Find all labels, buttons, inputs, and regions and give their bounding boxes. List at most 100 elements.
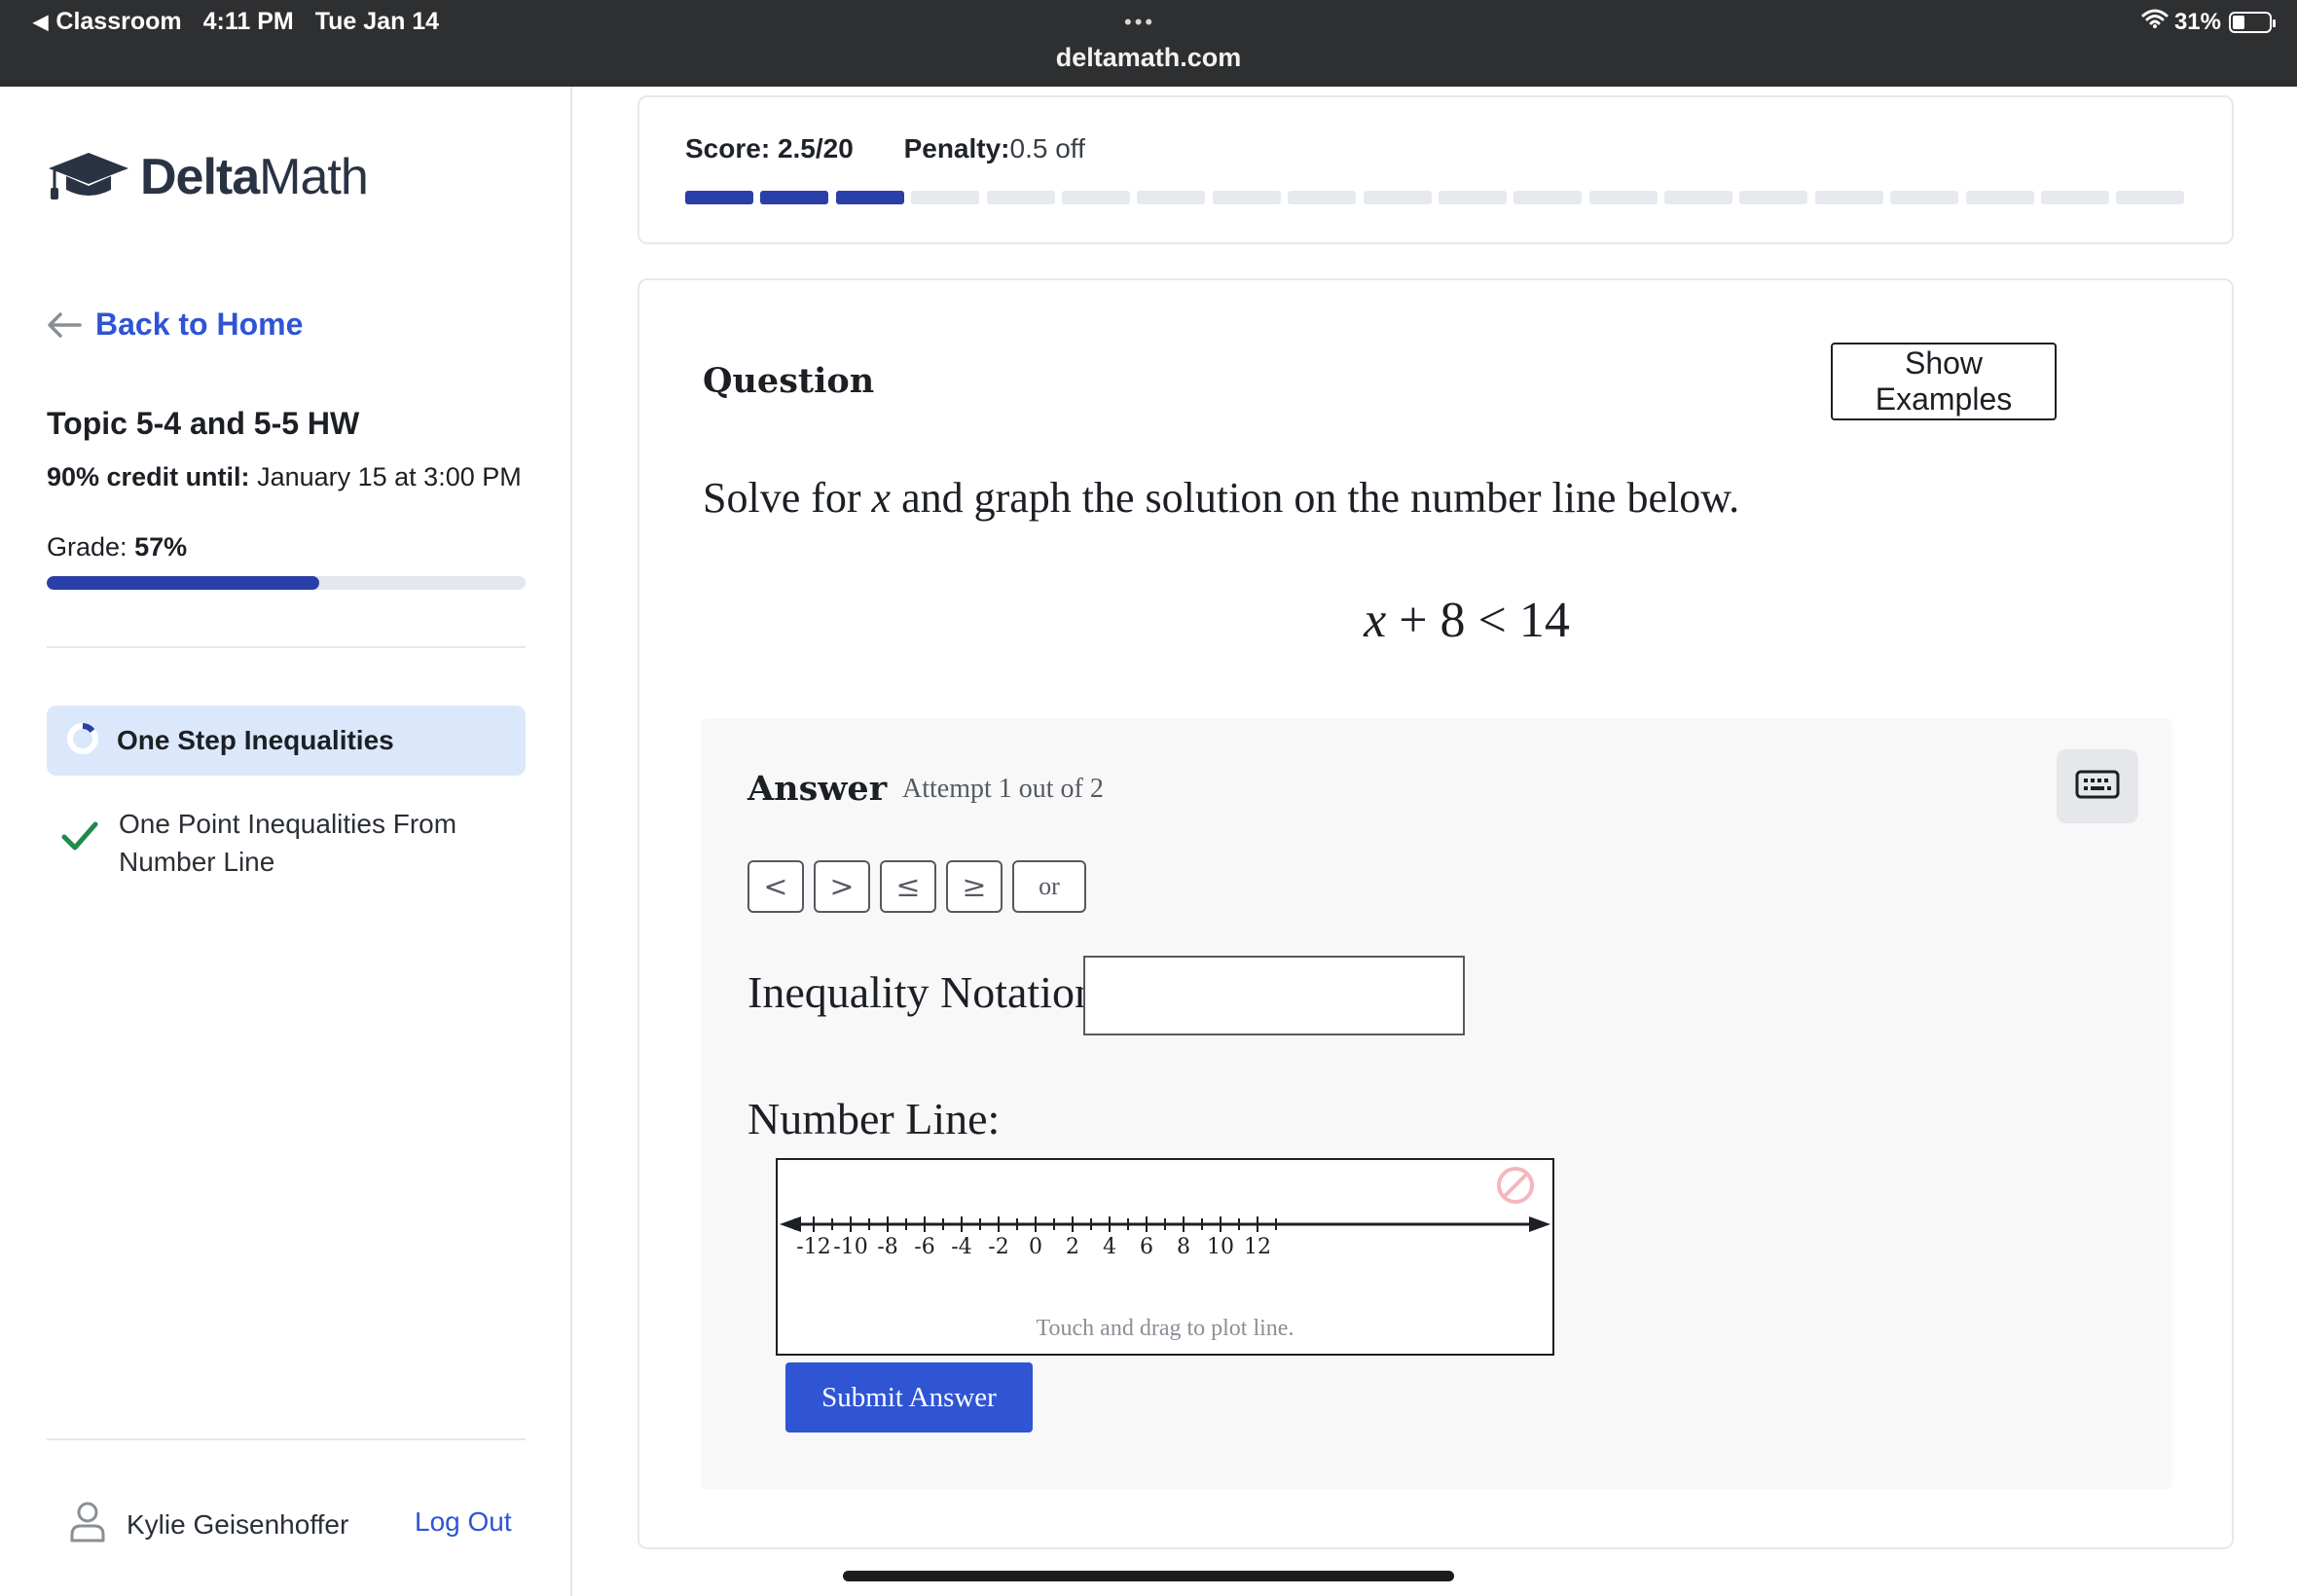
number-line-tick-label: -8	[877, 1235, 897, 1259]
score-segment	[1814, 191, 1883, 204]
number-line-label: Number Line:	[747, 1094, 1001, 1143]
url-bar[interactable]: deltamath.com	[0, 43, 2297, 73]
or-button[interactable]: or	[1012, 860, 1086, 913]
divider	[47, 1438, 526, 1440]
credit-label: 90% credit until:	[47, 462, 250, 491]
divider	[47, 646, 526, 648]
greater-than-button[interactable]: >	[814, 860, 870, 913]
score-segment	[1664, 191, 1733, 204]
score-segment	[911, 191, 980, 204]
score-segment	[1438, 191, 1507, 204]
score-segment	[1288, 191, 1357, 204]
assignment-title: Topic 5-4 and 5-5 HW	[47, 406, 360, 441]
number-line-tick-label: 8	[1177, 1235, 1190, 1259]
grade-progress-fill	[47, 576, 320, 590]
score-segment	[1739, 191, 1808, 204]
status-left: ◀ Classroom 4:11 PM Tue Jan 14	[33, 8, 439, 36]
number-line-tick-label: -12	[796, 1235, 830, 1259]
number-line-tick-label: 2	[1066, 1235, 1079, 1259]
score-segment	[1513, 191, 1583, 204]
equation-variable: x	[1364, 593, 1387, 648]
score-segment	[986, 191, 1055, 204]
score-segment	[835, 191, 904, 204]
status-right: 31%	[2141, 8, 2276, 36]
score-segment	[1137, 191, 1206, 204]
logout-link[interactable]: Log Out	[415, 1500, 512, 1544]
back-to-home-label[interactable]: Back to Home	[95, 307, 303, 343]
equation-rest: + 8 < 14	[1386, 593, 1570, 648]
prompt-text-after: and graph the solution on the number lin…	[891, 474, 1740, 522]
prompt-variable: x	[871, 474, 892, 522]
question-heading: Question	[703, 361, 875, 401]
deltamath-logo[interactable]: DeltaMath	[45, 145, 369, 208]
keyboard-icon	[2075, 770, 2120, 804]
skill-label: One Step Inequalities	[117, 725, 394, 755]
answer-panel: Answer Attempt 1 out of 2 < > ≤ ≥ or Ine…	[701, 718, 2172, 1489]
progress-ring-icon	[66, 722, 99, 760]
number-line-tick-label: -6	[914, 1235, 934, 1259]
show-examples-button[interactable]: Show Examples	[1831, 343, 2057, 420]
credit-value: January 15 at 3:00 PM	[257, 462, 522, 491]
grade-progress-bar	[47, 576, 526, 590]
clear-icon[interactable]	[1497, 1167, 1534, 1204]
back-app-icon[interactable]: ◀	[33, 10, 48, 34]
skill-item-one-point-inequalities[interactable]: One Point Inequalities From Number Line	[47, 805, 526, 881]
user-name: Kylie Geisenhoffer	[127, 1508, 349, 1540]
score-progress-segments	[685, 191, 2192, 204]
prompt-text-before: Solve for	[703, 474, 872, 522]
penalty-label: Penalty:	[903, 133, 1010, 163]
inequality-notation-input[interactable]	[1083, 956, 1465, 1035]
wifi-icon	[2141, 8, 2169, 36]
number-line-tick-label: 0	[1029, 1235, 1042, 1259]
less-or-equal-button[interactable]: ≤	[880, 860, 936, 913]
graduation-cap-icon	[45, 145, 132, 208]
question-card: Question Show Examples Solve for x and g…	[638, 278, 2234, 1549]
back-app-label[interactable]: Classroom	[55, 8, 181, 36]
inequality-notation-label: Inequality Notation:	[747, 967, 1110, 1017]
score-segment	[1588, 191, 1658, 204]
score-segment	[2041, 191, 2110, 204]
number-line-canvas[interactable]: -12 -10 -8 -6 -4 -2 0 2 4 6 8 10 12 Touch and drag t…	[776, 1158, 1554, 1356]
skill-item-one-step-inequalities[interactable]: One Step Inequalities	[47, 706, 526, 776]
number-line-tick-label: -4	[951, 1235, 971, 1259]
more-dots-icon[interactable]: •••	[1124, 10, 1155, 35]
score-segment	[1363, 191, 1432, 204]
number-line-hint: Touch and drag to plot line.	[1036, 1316, 1294, 1341]
logo-text-bold: Delta	[140, 148, 260, 205]
score-label: Score:	[685, 133, 771, 163]
score-segment	[685, 191, 753, 204]
user-info: Kylie Geisenhoffer	[68, 1500, 348, 1549]
score-segment	[1965, 191, 2034, 204]
answer-heading: Answer	[747, 769, 888, 809]
sidebar: DeltaMath Back to Home Topic 5-4 and 5-5…	[0, 87, 572, 1596]
status-date: Tue Jan 14	[314, 8, 440, 35]
back-arrow-icon	[48, 311, 82, 338]
score-segment	[1890, 191, 1959, 204]
status-time: 4:11 PM	[202, 8, 294, 35]
skill-label: One Point Inequalities From Number Line	[119, 809, 457, 877]
battery-icon	[2229, 11, 2276, 33]
less-than-button[interactable]: <	[747, 860, 804, 913]
symbol-buttons: < > ≤ ≥ or	[747, 860, 1096, 913]
score-segment	[1061, 191, 1130, 204]
attempt-counter: Attempt 1 out of 2	[902, 774, 1104, 804]
question-prompt: Solve for x and graph the solution on th…	[703, 473, 1739, 523]
keyboard-toggle-button[interactable]	[2057, 749, 2138, 823]
home-indicator	[843, 1571, 1454, 1581]
grade: Grade: 57%	[47, 532, 187, 562]
number-line-tick-label: -10	[833, 1235, 867, 1259]
grade-value: 57%	[134, 532, 188, 562]
back-to-home-link[interactable]: Back to Home	[47, 307, 303, 343]
inequality-equation: x + 8 < 14	[639, 592, 2236, 649]
number-line-tick-label: 4	[1103, 1235, 1116, 1259]
number-line-right-arrow	[1529, 1216, 1550, 1232]
score-value: 2.5/20	[777, 133, 854, 163]
number-line-tick-label: 12	[1244, 1235, 1271, 1259]
score-segment	[760, 191, 829, 204]
logo-text-light: Math	[259, 148, 369, 205]
number-line-tick-label: 10	[1207, 1235, 1234, 1259]
score-segment	[1212, 191, 1281, 204]
greater-or-equal-button[interactable]: ≥	[946, 860, 1003, 913]
credit-deadline: 90% credit until: January 15 at 3:00 PM	[47, 462, 522, 492]
submit-answer-button[interactable]: Submit Answer	[785, 1362, 1033, 1433]
